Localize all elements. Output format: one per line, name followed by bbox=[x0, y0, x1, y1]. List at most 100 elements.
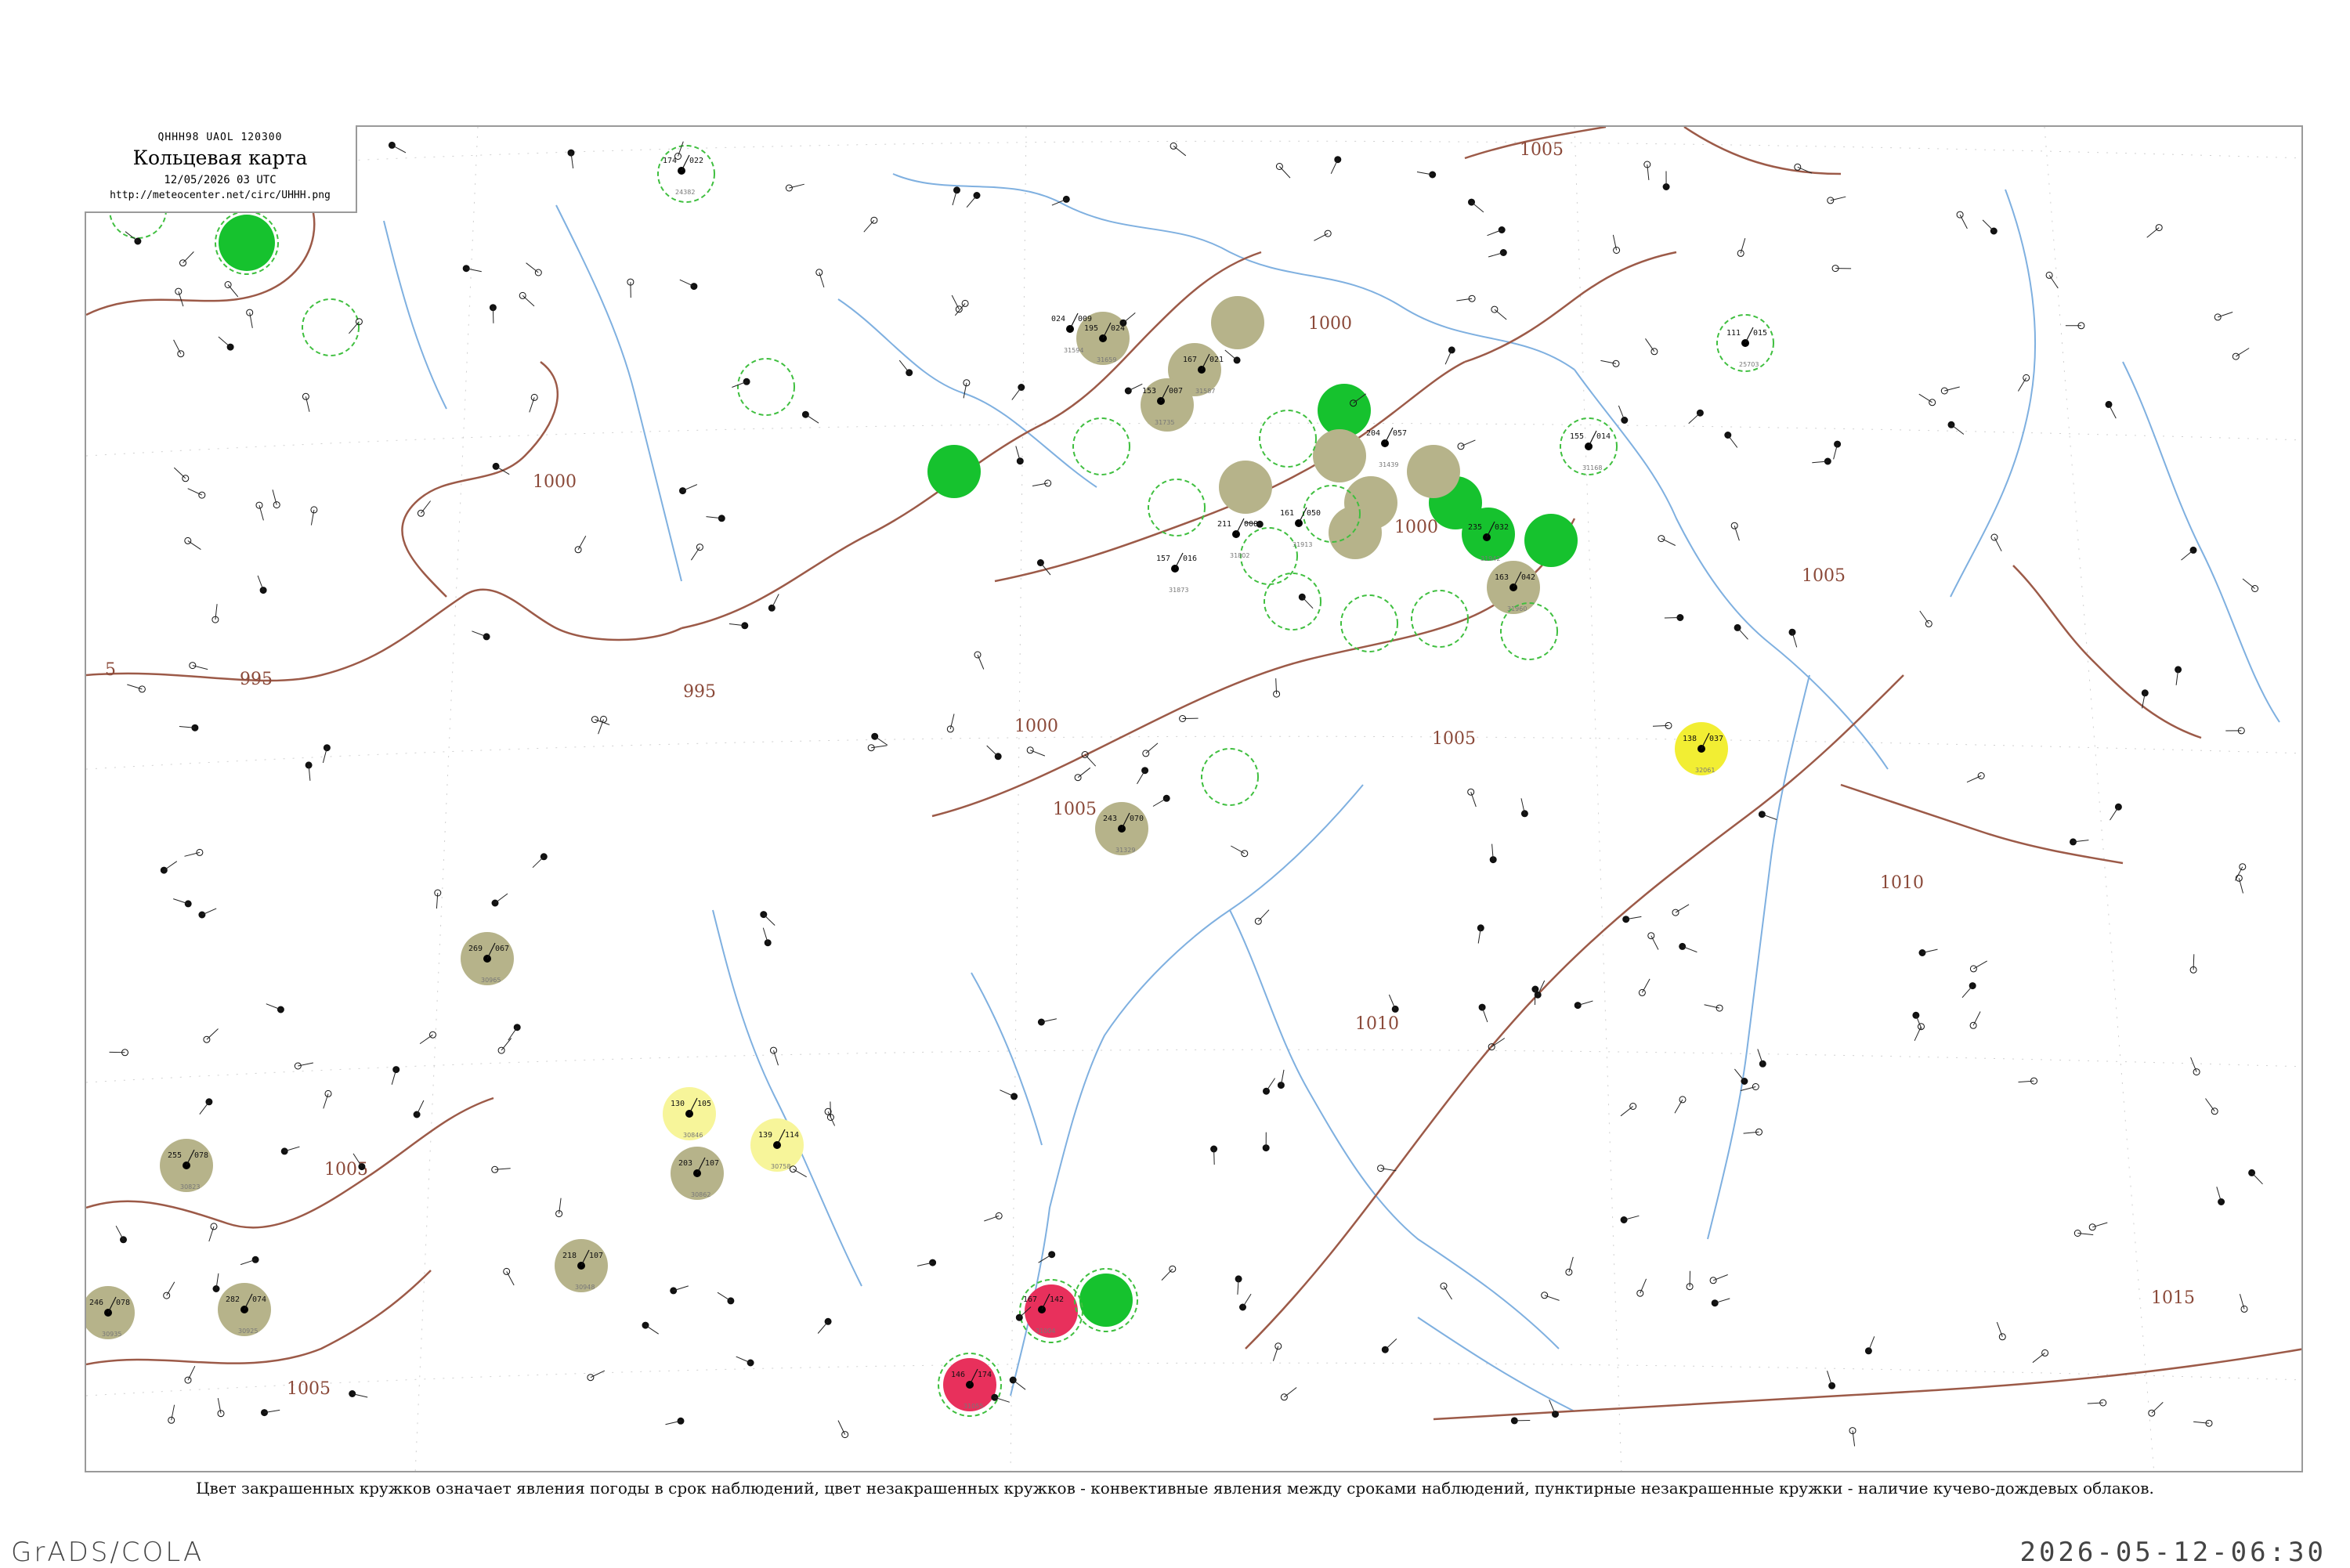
station-index: 30965 bbox=[481, 977, 501, 984]
station-plot[interactable]: 15501431168 bbox=[1570, 431, 1611, 471]
wind-barb-icon bbox=[1653, 725, 1668, 726]
wind-barb-icon bbox=[1276, 678, 1277, 694]
station-pressure: 007 bbox=[1169, 387, 1183, 396]
wind-barb-icon bbox=[2019, 1081, 2034, 1082]
isobar-label-1000-d: 1000 bbox=[533, 472, 577, 492]
station-temperature: 146 bbox=[951, 1371, 965, 1379]
rain-marker bbox=[219, 215, 275, 271]
fog-marker bbox=[1407, 445, 1460, 498]
station-plot[interactable]: 20405731439 bbox=[1366, 428, 1407, 468]
wind-barb-icon bbox=[1461, 440, 1475, 446]
station-temperature: 130 bbox=[671, 1100, 685, 1108]
wind-barb-icon bbox=[1960, 215, 1967, 229]
wind-barb-icon bbox=[1689, 413, 1701, 424]
station-temperature: 167 bbox=[1023, 1295, 1037, 1304]
wind-barb-icon bbox=[2152, 1402, 2164, 1413]
wind-barb-icon bbox=[417, 1100, 424, 1115]
station-temperature: 163 bbox=[1495, 573, 1509, 582]
wind-barb-icon bbox=[2193, 954, 2194, 970]
wind-barb-icon bbox=[200, 1102, 209, 1115]
wind-barb-icon bbox=[472, 631, 486, 637]
rain-marker bbox=[927, 445, 981, 498]
legend-caption: Цвет закрашенных кружков означает явлени… bbox=[0, 1479, 2350, 1498]
station-plot[interactable]: 21100831802 bbox=[1217, 518, 1258, 559]
station-temperature: 243 bbox=[1103, 815, 1117, 823]
isobar-label-995-a: 995 bbox=[240, 670, 273, 689]
station-temperature: 235 bbox=[1468, 523, 1482, 532]
station-pressure: 114 bbox=[785, 1131, 799, 1140]
station-temperature: 269 bbox=[468, 945, 483, 953]
station-index: 31594 bbox=[1064, 347, 1083, 354]
wind-barb-icon bbox=[952, 295, 959, 309]
wind-barb-icon bbox=[1314, 233, 1328, 240]
station-pressure: 105 bbox=[697, 1100, 711, 1108]
station-index: 31735 bbox=[1155, 419, 1174, 426]
wind-barb-icon bbox=[1123, 313, 1135, 323]
station-temperature: 255 bbox=[168, 1151, 182, 1160]
station-index: 31004 bbox=[1036, 1328, 1055, 1335]
station-pressure: 074 bbox=[252, 1295, 266, 1304]
bulletin-header: QHHH98 UAOL 120300 bbox=[85, 132, 356, 143]
station-pressure: 009 bbox=[1078, 315, 1092, 323]
wind-barb-icon bbox=[1495, 309, 1506, 320]
station-index: 31873 bbox=[1169, 587, 1188, 594]
station-plots: 0240093159419502431659153007317351670213… bbox=[89, 142, 2263, 1447]
isobar-label-1010-a: 1010 bbox=[1355, 1014, 1399, 1034]
wind-barb-icon bbox=[578, 536, 586, 550]
station-temperature: 139 bbox=[758, 1131, 772, 1140]
isobar-label-995-b: 995 bbox=[683, 682, 716, 702]
station-index: 31439 bbox=[1379, 461, 1398, 468]
station-index: 31168 bbox=[1582, 464, 1602, 471]
isobar-label-1005-e: 1005 bbox=[287, 1379, 331, 1399]
station-index: 25703 bbox=[1739, 361, 1759, 368]
wind-barb-icon bbox=[1665, 618, 1680, 619]
wind-barb-icon bbox=[1236, 518, 1244, 534]
station-plot[interactable]: 11101525703 bbox=[1726, 327, 1767, 368]
wind-barb-icon bbox=[188, 540, 201, 549]
wind-barb-icon bbox=[202, 909, 216, 915]
isobar-label-1010-b: 1010 bbox=[1880, 873, 1924, 893]
wind-barb-icon bbox=[183, 251, 194, 262]
source-url[interactable]: http://meteocenter.net/circ/UHHH.png bbox=[85, 190, 356, 201]
station-index: 30758 bbox=[771, 1163, 790, 1170]
wind-barb-icon bbox=[2033, 1353, 2045, 1362]
wind-barb-icon bbox=[1302, 597, 1313, 608]
fog-marker bbox=[1329, 506, 1382, 559]
station-pressure: 014 bbox=[1596, 432, 1611, 441]
wind-barb-icon bbox=[219, 337, 230, 347]
station-dot bbox=[256, 502, 262, 508]
station-pressure: 070 bbox=[1130, 815, 1144, 823]
station-dot bbox=[414, 1111, 420, 1118]
station-dot bbox=[1335, 157, 1341, 163]
synoptic-map[interactable]: 1005 1000 1000 1000 1000 1000 995 995 5 … bbox=[86, 127, 2303, 1472]
wind-barb-icon bbox=[1589, 431, 1596, 446]
wind-barb-icon bbox=[680, 280, 694, 286]
wind-barb-icon bbox=[1013, 1380, 1025, 1389]
wind-barb-icon bbox=[2193, 1422, 2209, 1423]
station-plot[interactable]: 15701631873 bbox=[1156, 553, 1197, 594]
wind-barb-icon bbox=[266, 1004, 281, 1010]
wind-barb-icon bbox=[1621, 1107, 1633, 1116]
wind-barb-icon bbox=[1279, 167, 1290, 179]
wind-barb-icon bbox=[1994, 537, 2001, 551]
station-temperature: 211 bbox=[1217, 520, 1231, 529]
wind-barb-icon bbox=[1973, 1012, 1980, 1026]
wind-barb-icon bbox=[899, 360, 909, 373]
wind-barb-icon bbox=[1661, 539, 1676, 546]
station-plot[interactable]: 17402224382 bbox=[663, 155, 703, 196]
station-plot[interactable]: 16105031913 bbox=[1280, 508, 1321, 548]
station-pressure: 057 bbox=[1393, 429, 1407, 438]
wind-barb-icon bbox=[1243, 1294, 1252, 1307]
rain-marker bbox=[1079, 1274, 1133, 1327]
wind-barb-icon bbox=[1675, 1100, 1683, 1113]
wind-barb-icon bbox=[1258, 910, 1269, 922]
wind-barb-icon bbox=[1728, 435, 1737, 448]
wind-barb-icon bbox=[2109, 404, 2116, 418]
station-dot bbox=[1614, 247, 1620, 254]
wind-barb-icon bbox=[1868, 1336, 1874, 1351]
wind-barb-icon bbox=[1618, 406, 1624, 421]
wind-barb-icon bbox=[1676, 905, 1689, 912]
station-pressure: 078 bbox=[194, 1151, 208, 1160]
wind-barb-icon bbox=[1146, 743, 1158, 753]
wind-barb-icon bbox=[1744, 1132, 1759, 1133]
